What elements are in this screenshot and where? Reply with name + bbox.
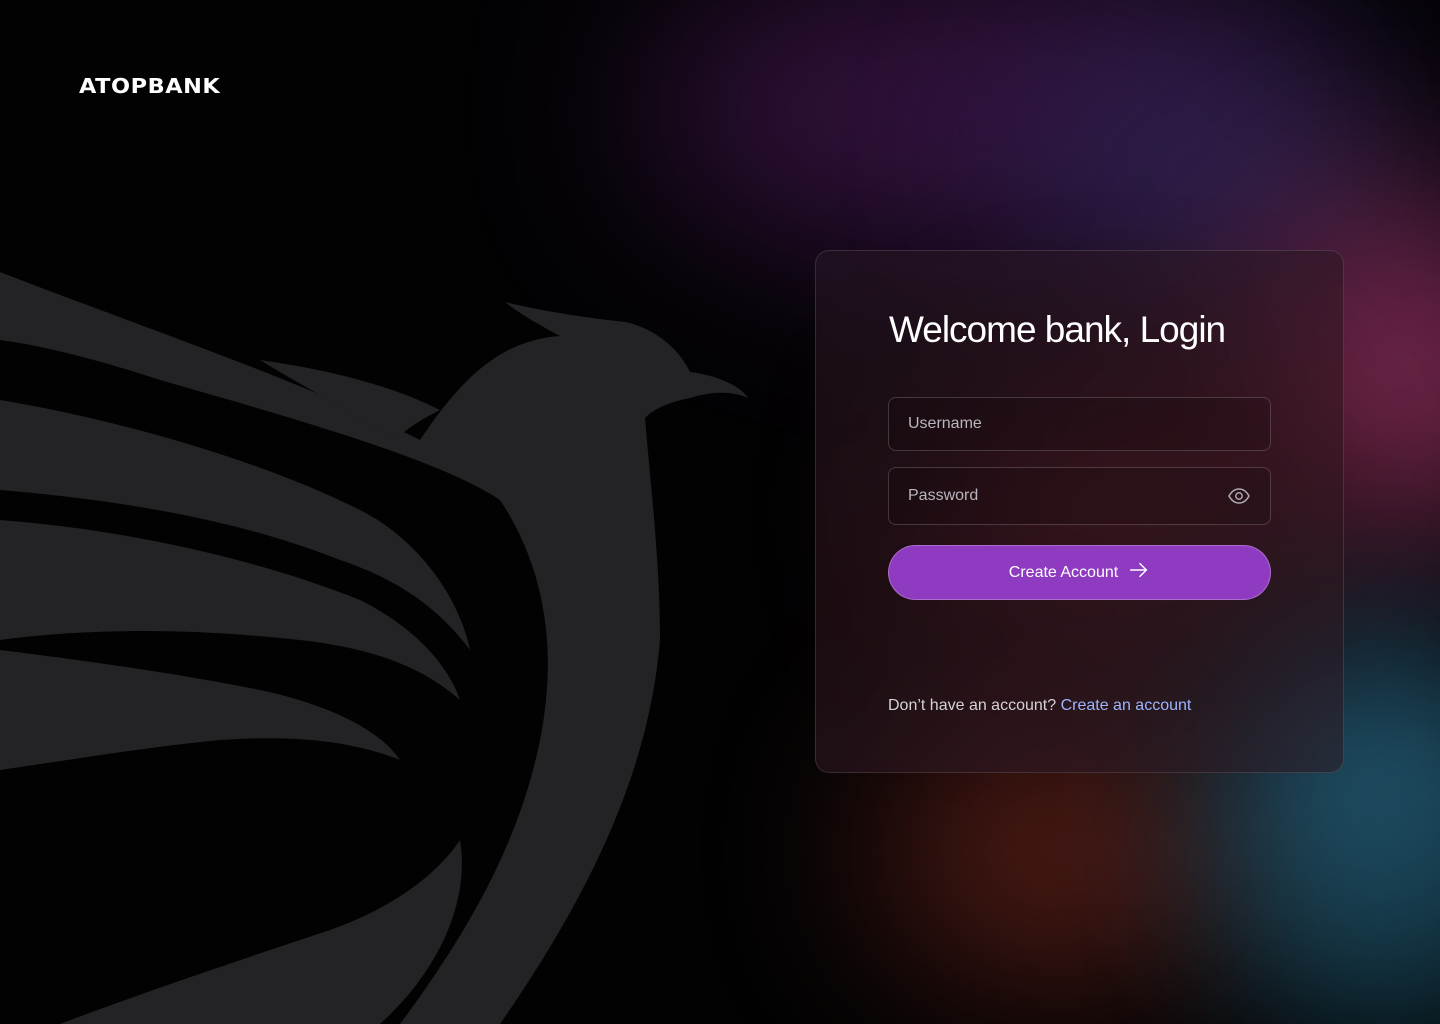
create-account-button[interactable]: Create Account [888, 545, 1271, 600]
background-glow [640, 0, 1340, 260]
arrow-right-icon [1128, 559, 1150, 586]
username-field[interactable] [888, 397, 1271, 451]
signup-prompt: Don’t have an account? Create an account [888, 697, 1191, 715]
phoenix-logo [0, 272, 748, 1024]
eye-icon[interactable] [1227, 484, 1251, 508]
brand-logo[interactable]: ATOPBANK [79, 74, 220, 98]
login-card: Welcome bank, Login Create Account [815, 250, 1344, 773]
page-title: Welcome bank, Login [889, 309, 1226, 350]
password-field[interactable] [888, 467, 1271, 525]
password-input[interactable] [889, 468, 1270, 524]
signup-prompt-text: Don’t have an account? [888, 697, 1057, 714]
login-page: ATOPBANK Welcome bank, Login Create Acco… [0, 0, 1440, 1024]
username-input[interactable] [889, 398, 1270, 450]
create-account-label: Create Account [1008, 563, 1119, 581]
create-account-link[interactable]: Create an account [1061, 697, 1192, 714]
background-glow [1260, 820, 1440, 1020]
